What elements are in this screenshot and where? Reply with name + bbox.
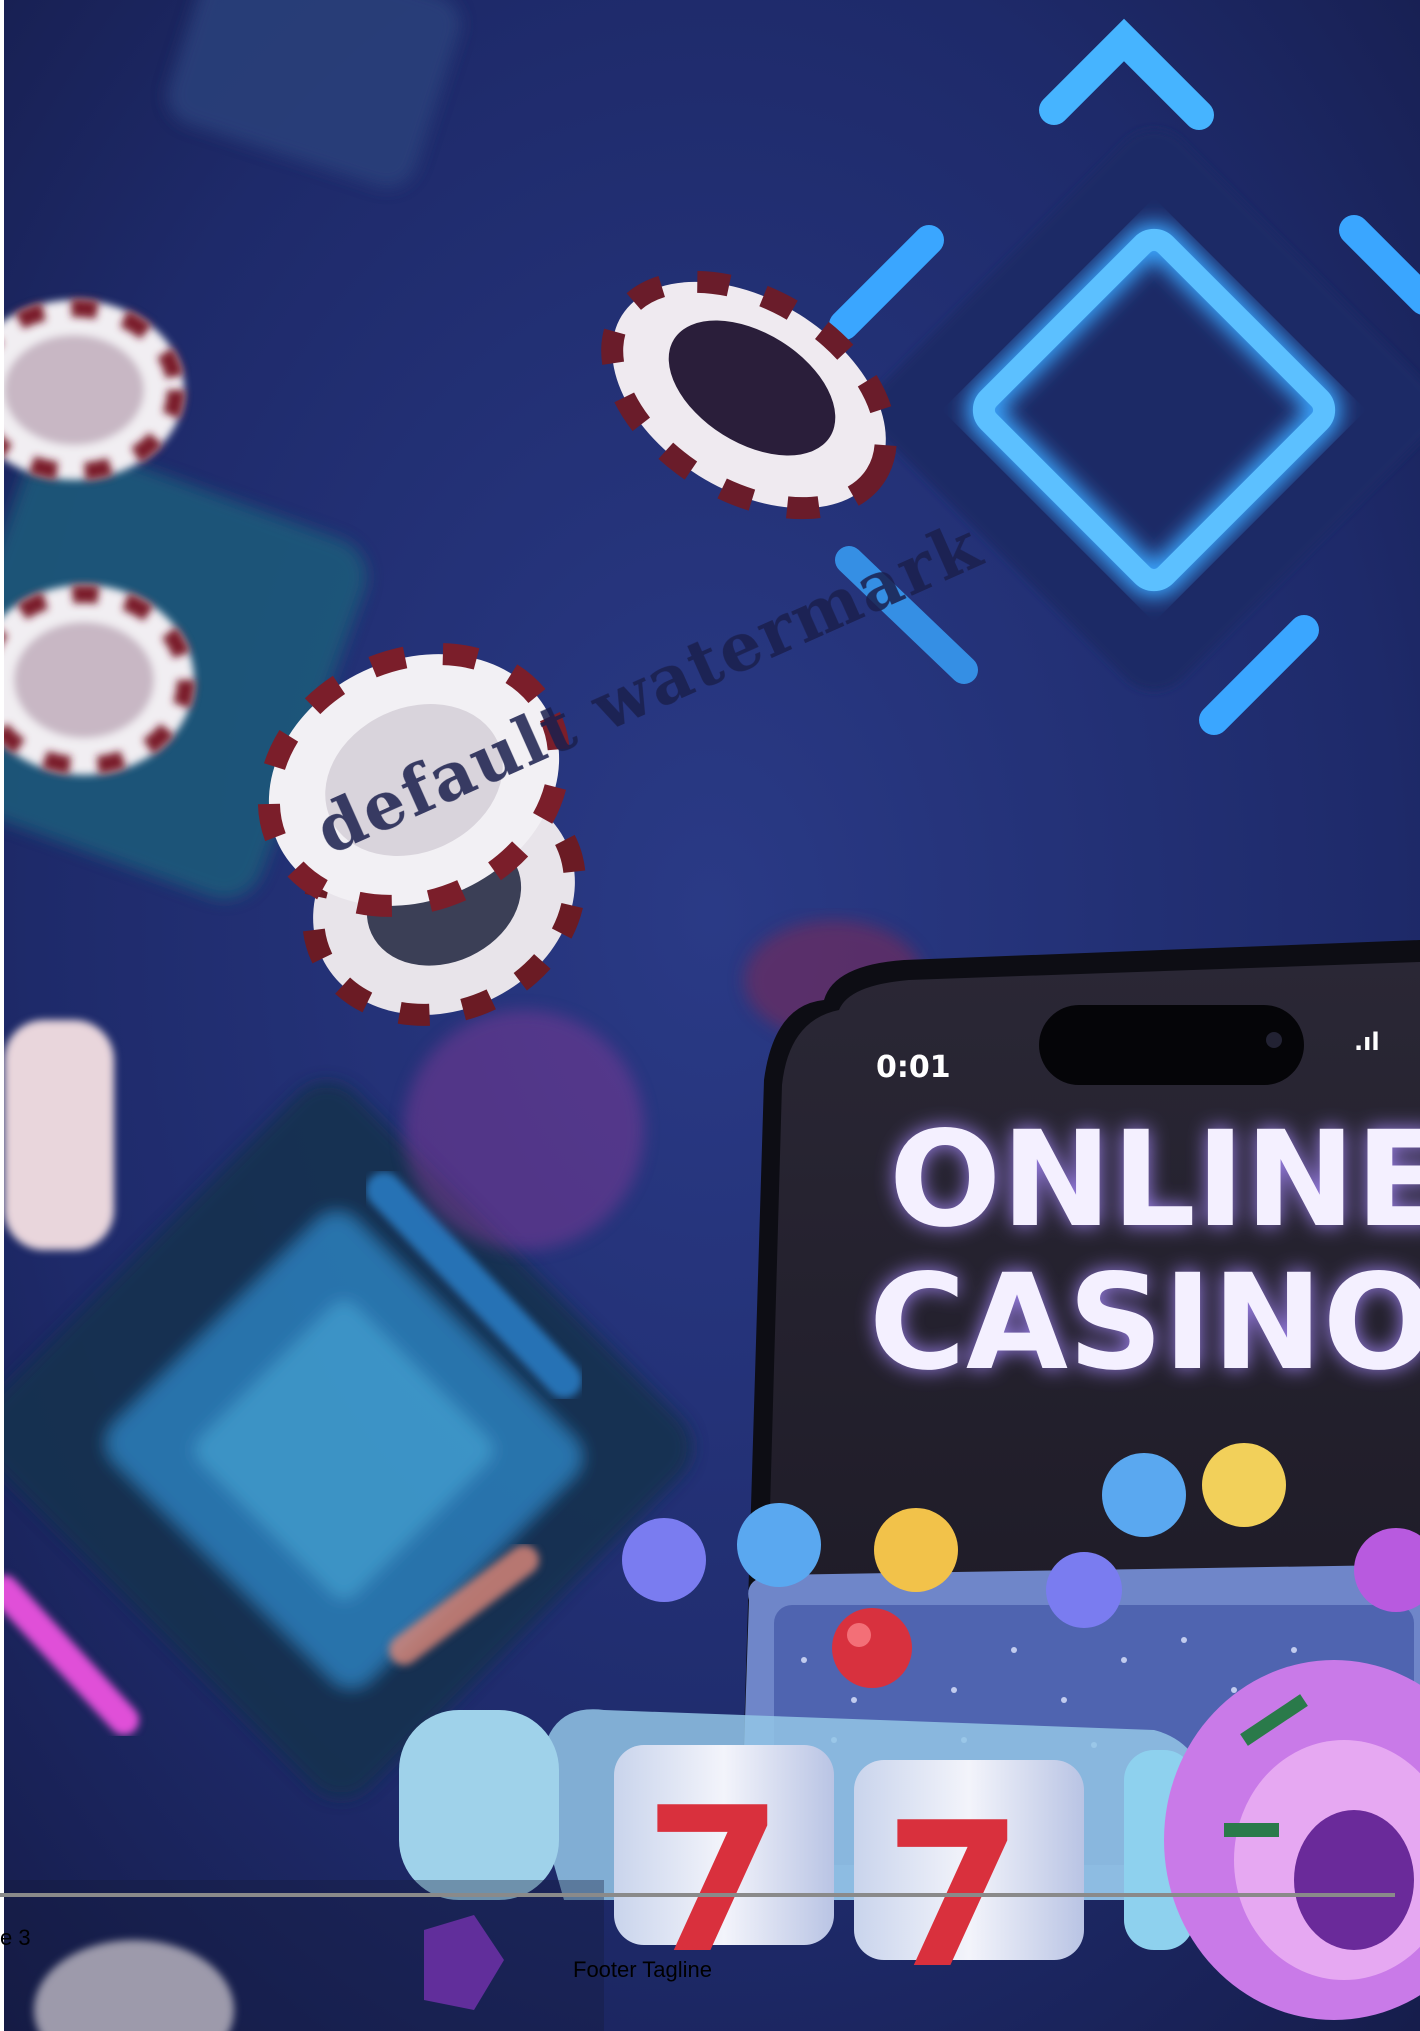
headline-casino: CASINO	[869, 1246, 1420, 1400]
status-time: 0:01	[876, 1050, 951, 1085]
headline-online: ONLINE	[889, 1103, 1420, 1257]
footer-divider	[0, 1893, 1395, 1897]
svg-text:.ıl: .ıl	[1354, 1028, 1380, 1056]
casino-illustration: 0:01 .ıl ONLINE ONLINE CASINO CASINO 7 7	[4, 0, 1420, 2031]
footer-tagline: Footer Tagline	[573, 1957, 713, 1982]
page-number: e 3	[0, 1925, 31, 1950]
document-page: 0:01 .ıl ONLINE ONLINE CASINO CASINO 7 7…	[0, 0, 1420, 2031]
